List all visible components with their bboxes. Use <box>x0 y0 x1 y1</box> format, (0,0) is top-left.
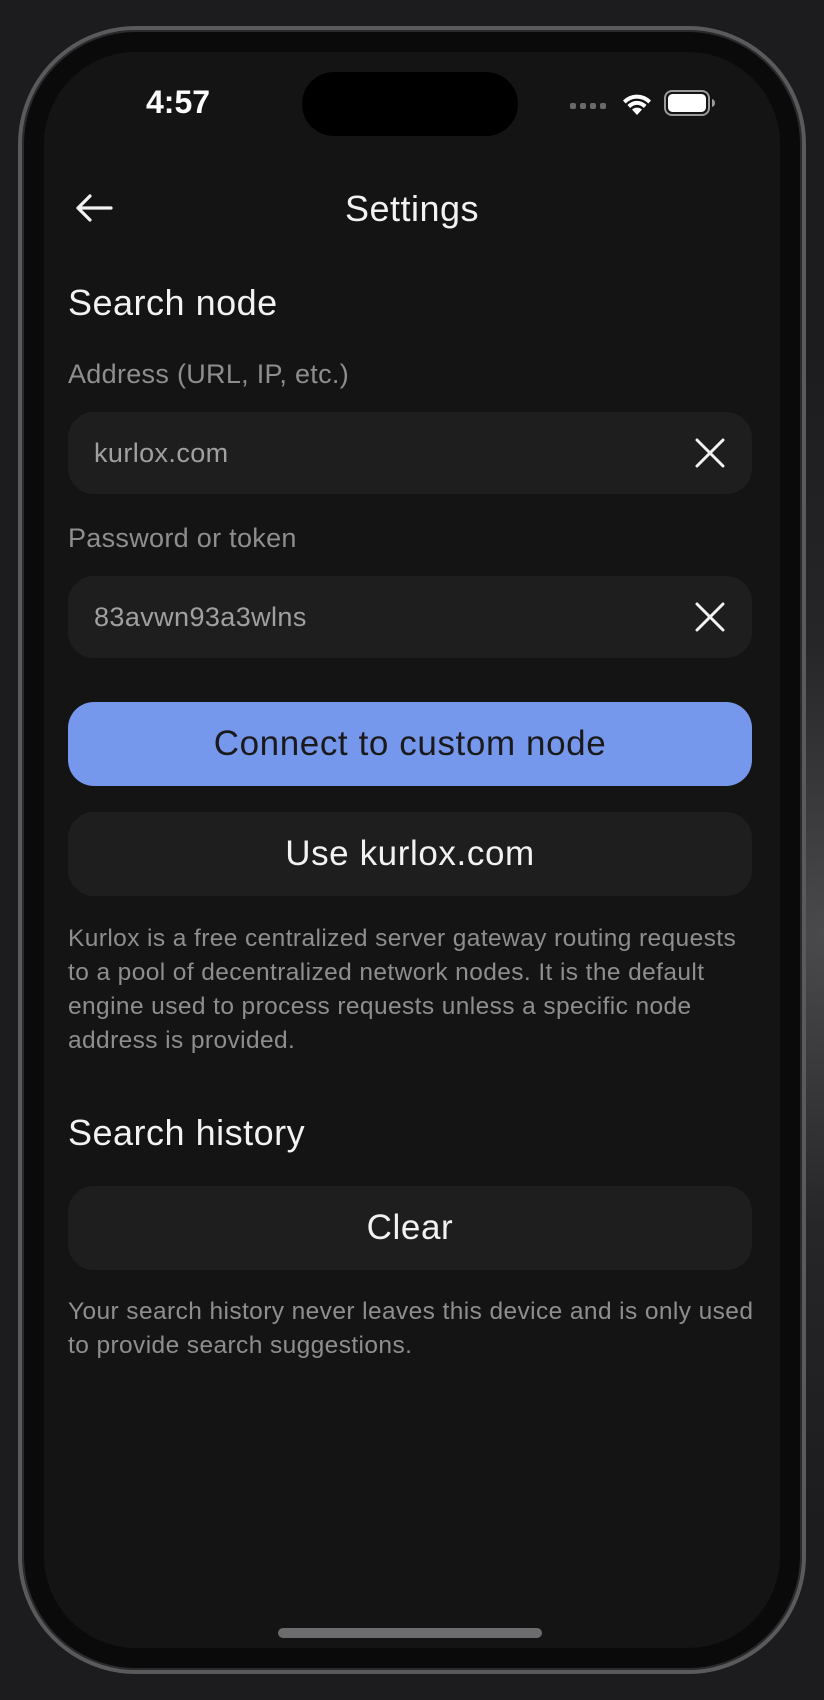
app-screen: 4:57 Settings Search node Address (URL, … <box>44 52 780 1648</box>
wifi-icon <box>623 94 651 115</box>
navigation-bar: Settings <box>44 170 780 246</box>
connect-custom-node-button[interactable]: Connect to custom node <box>68 702 752 786</box>
password-field <box>68 576 752 658</box>
password-label: Password or token <box>68 523 297 553</box>
status-icons <box>570 88 716 118</box>
close-icon <box>695 602 725 632</box>
search-history-description: Your search history never leaves this de… <box>68 1298 754 1359</box>
search-node-heading: Search node <box>68 282 278 323</box>
search-node-description: Kurlox is a free centralized server gate… <box>68 925 737 1054</box>
password-input[interactable] <box>68 576 668 658</box>
home-indicator <box>278 1628 542 1638</box>
clear-history-button[interactable]: Clear <box>68 1186 752 1270</box>
dynamic-island <box>302 72 518 136</box>
signal-dots-icon <box>570 97 606 109</box>
battery-icon <box>664 90 715 116</box>
status-time: 4:57 <box>146 84 211 120</box>
clear-password-button[interactable] <box>688 595 732 639</box>
clear-address-button[interactable] <box>688 431 732 475</box>
use-default-node-button[interactable]: Use kurlox.com <box>68 812 752 896</box>
search-history-heading: Search history <box>68 1112 306 1153</box>
close-icon <box>695 438 725 468</box>
address-field <box>68 412 752 494</box>
page-title: Settings <box>344 188 480 229</box>
address-label: Address (URL, IP, etc.) <box>68 359 349 389</box>
address-input[interactable] <box>68 412 668 494</box>
